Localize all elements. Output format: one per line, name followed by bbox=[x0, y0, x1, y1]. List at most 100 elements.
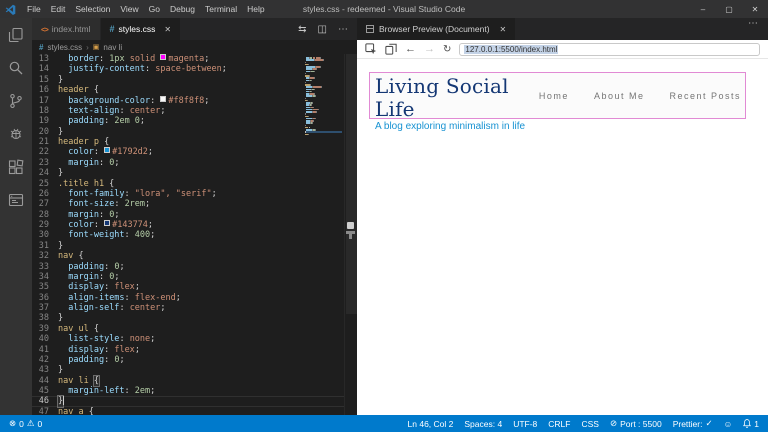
menu-item-view[interactable]: View bbox=[115, 4, 143, 14]
encoding[interactable]: UTF-8 bbox=[513, 419, 537, 429]
refresh-icon[interactable]: ↻ bbox=[443, 44, 451, 55]
line-number: 41 bbox=[32, 345, 58, 355]
tab-browser-preview[interactable]: Browser Preview (Document) ✕ bbox=[357, 18, 515, 40]
tab-label: styles.css bbox=[119, 24, 156, 34]
extensions-icon[interactable] bbox=[8, 159, 24, 175]
code-line[interactable]: 46} bbox=[32, 396, 357, 406]
code-line[interactable]: 39nav ul { bbox=[32, 324, 357, 334]
code-line[interactable]: 36 align-items: flex-end; bbox=[32, 293, 357, 303]
split-editor-icon[interactable]: ◫ bbox=[318, 24, 327, 35]
code-token: : bbox=[125, 189, 135, 199]
code-line[interactable]: 32nav { bbox=[32, 251, 357, 261]
editor-scrollbar[interactable] bbox=[344, 54, 357, 415]
breadcrumb-symbol[interactable]: nav li bbox=[103, 43, 122, 52]
menu-item-debug[interactable]: Debug bbox=[165, 4, 200, 14]
search-icon[interactable] bbox=[8, 60, 24, 76]
minimize-button[interactable]: – bbox=[690, 0, 716, 18]
code-line[interactable]: 45 margin-left: 2em; bbox=[32, 386, 357, 396]
line-number: 36 bbox=[32, 293, 58, 303]
tab-close-icon[interactable]: ✕ bbox=[500, 25, 507, 34]
code-line[interactable]: 41 display: flex; bbox=[32, 345, 357, 355]
split-in-group-icon[interactable]: ⇆ bbox=[298, 24, 306, 35]
code-line[interactable]: 31} bbox=[32, 241, 357, 251]
explorer-icon[interactable] bbox=[8, 27, 24, 43]
code-token: : bbox=[104, 262, 114, 272]
notifications-bell[interactable]: 1 bbox=[743, 419, 759, 429]
prettier-status[interactable]: Prettier: ✓ bbox=[673, 418, 713, 429]
live-server-port[interactable]: ⊘ Port : 5500 bbox=[610, 418, 662, 429]
url-input[interactable]: 127.0.0.1:5500/index.html bbox=[459, 43, 760, 56]
site-header: Living Social Life A blog exploring mini… bbox=[369, 72, 746, 119]
tab-index-html[interactable]: <> index.html bbox=[32, 18, 101, 40]
code-line[interactable]: 40 list-style: none; bbox=[32, 334, 357, 344]
browser-preview-icon[interactable] bbox=[8, 192, 24, 208]
menu-item-go[interactable]: Go bbox=[144, 4, 165, 14]
line-number: 34 bbox=[32, 272, 58, 282]
code-line[interactable]: 27 font-size: 2rem; bbox=[32, 199, 357, 209]
code-line[interactable]: 34 margin: 0; bbox=[32, 272, 357, 282]
eol-sequence[interactable]: CRLF bbox=[548, 419, 570, 429]
code-line[interactable]: 33 padding: 0; bbox=[32, 262, 357, 272]
code-token: 400 bbox=[135, 230, 150, 240]
site-nav-link-recent-posts[interactable]: Recent Posts bbox=[669, 91, 741, 101]
menu-item-help[interactable]: Help bbox=[242, 4, 269, 14]
code-line[interactable]: 43} bbox=[32, 365, 357, 375]
url-text: 127.0.0.1:5500/index.html bbox=[464, 45, 558, 54]
code-token: ; bbox=[150, 230, 155, 240]
code-line[interactable]: 23 margin: 0; bbox=[32, 158, 357, 168]
browser-toolbar: ← → ↻ 127.0.0.1:5500/index.html bbox=[357, 40, 768, 59]
debug-icon[interactable] bbox=[8, 126, 24, 142]
breadcrumb[interactable]: # styles.css › ▣ nav li bbox=[32, 40, 357, 54]
cursor-position[interactable]: Ln 46, Col 2 bbox=[408, 419, 454, 429]
indentation[interactable]: Spaces: 4 bbox=[464, 419, 502, 429]
code-line[interactable]: 26 font-family: "lora", "serif"; bbox=[32, 189, 357, 199]
code-token: : bbox=[119, 303, 129, 313]
scroll-decoration bbox=[346, 231, 355, 234]
code-line[interactable]: 47nav a { bbox=[32, 407, 357, 415]
code-line[interactable]: 25.title h1 { bbox=[32, 179, 357, 189]
back-icon[interactable]: ← bbox=[405, 44, 416, 55]
menu-item-selection[interactable]: Selection bbox=[70, 4, 115, 14]
tab-close-icon[interactable]: ✕ bbox=[164, 25, 171, 34]
line-number: 31 bbox=[32, 241, 58, 251]
minimap[interactable] bbox=[305, 57, 342, 136]
code-line[interactable]: 22 color: #1792d2; bbox=[32, 147, 357, 157]
code-line[interactable]: 24} bbox=[32, 168, 357, 178]
close-button[interactable]: ✕ bbox=[742, 0, 768, 18]
code-line[interactable]: 35 display: flex; bbox=[32, 282, 357, 292]
code-line[interactable]: 37 align-self: center; bbox=[32, 303, 357, 313]
code-line[interactable]: 44nav li { bbox=[32, 376, 357, 386]
code-token: align-items bbox=[68, 293, 124, 303]
code-line[interactable]: 29 color: #143774; bbox=[32, 220, 357, 230]
breadcrumb-file[interactable]: styles.css bbox=[47, 43, 82, 52]
code-token: ; bbox=[114, 210, 119, 220]
code-token: flex bbox=[114, 345, 134, 355]
panel-more-actions-icon[interactable]: ⋯ bbox=[748, 18, 768, 40]
code-token: padding bbox=[68, 355, 104, 365]
device-toggle-icon[interactable] bbox=[385, 43, 397, 55]
code-editor[interactable]: 13 border: 1px solid magenta;14 justify-… bbox=[32, 54, 357, 415]
menu-item-edit[interactable]: Edit bbox=[46, 4, 71, 14]
menu-item-file[interactable]: File bbox=[22, 4, 46, 14]
code-line[interactable]: 42 padding: 0; bbox=[32, 355, 357, 365]
source-control-icon[interactable] bbox=[8, 93, 24, 109]
more-actions-icon[interactable]: ⋯ bbox=[338, 24, 348, 35]
site-nav-link-about-me[interactable]: About Me bbox=[594, 91, 645, 101]
code-line[interactable]: 30 font-weight: 400; bbox=[32, 230, 357, 240]
problems-indicator[interactable]: ⊗ 0 ⚠ 0 bbox=[9, 418, 42, 429]
code-token: : bbox=[114, 199, 124, 209]
site-nav-link-home[interactable]: Home bbox=[539, 91, 569, 101]
menu-bar: FileEditSelectionViewGoDebugTerminalHelp bbox=[22, 4, 270, 14]
maximize-button[interactable]: ▢ bbox=[716, 0, 742, 18]
scrollbar-thumb[interactable] bbox=[346, 54, 357, 314]
code-line[interactable]: 21header p { bbox=[32, 137, 357, 147]
feedback-smiley-icon[interactable]: ☺ bbox=[724, 419, 733, 429]
language-mode[interactable]: CSS bbox=[581, 419, 598, 429]
code-line[interactable]: 28 margin: 0; bbox=[32, 210, 357, 220]
menu-item-terminal[interactable]: Terminal bbox=[200, 4, 242, 14]
code-line[interactable]: 38} bbox=[32, 313, 357, 323]
inspect-icon[interactable] bbox=[365, 43, 377, 55]
line-number: 21 bbox=[32, 137, 58, 147]
tab-styles-css[interactable]: # styles.css ✕ bbox=[101, 18, 182, 40]
code-token: center bbox=[130, 106, 161, 116]
